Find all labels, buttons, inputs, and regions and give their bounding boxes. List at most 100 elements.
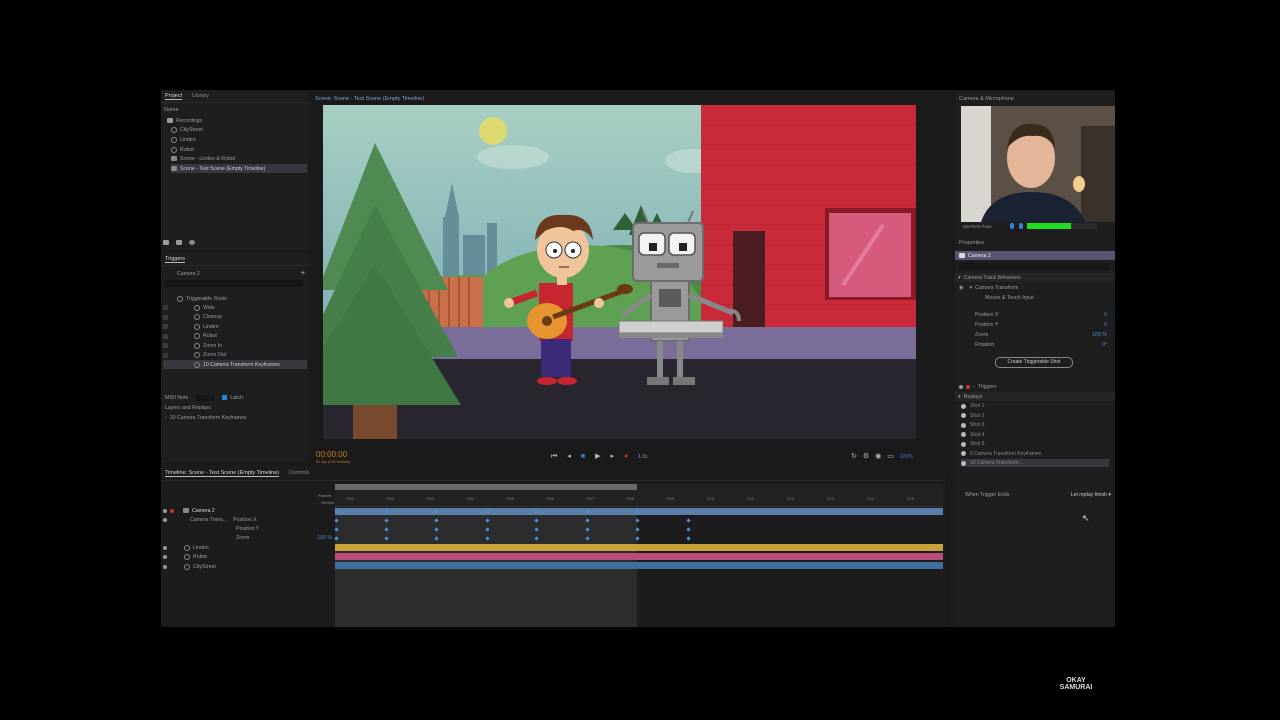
scene-panel-title[interactable]: Scene: Scene - Test Scene (Empty Timelin… xyxy=(315,96,424,102)
replay-item[interactable]: Shot 1 xyxy=(961,402,1109,410)
replay-item[interactable]: Shot 4 xyxy=(961,431,1109,439)
layers-replays-item[interactable]: › 10 Camera Transform Keyframes xyxy=(165,413,246,422)
time-ruler[interactable]: 0:01 0:02 0:03 0:04 0:05 0:06 0:07 0:08 0:09 0:10… xyxy=(335,484,943,507)
name-column-header[interactable]: Name xyxy=(164,107,179,113)
trigger-group-triggerable-shots[interactable]: Triggerable Shots xyxy=(177,294,305,303)
track-robot[interactable]: Robot xyxy=(163,552,333,561)
keyframe[interactable] xyxy=(635,527,640,532)
when-trigger-ends-dropdown[interactable]: Let replay finish ▾ xyxy=(1071,492,1111,498)
project-item-scene-test[interactable]: Scene - Test Scene (Empty Timeline) xyxy=(171,164,307,173)
eye-icon[interactable] xyxy=(163,545,167,550)
replay-item[interactable]: Shot 3 xyxy=(961,421,1109,429)
record-arm-icon[interactable] xyxy=(966,384,970,389)
trigger-item[interactable]: Linden xyxy=(163,322,307,331)
replay-item[interactable]: 6 Camera Transform Keyframes xyxy=(961,450,1109,458)
camera-transform-behavior[interactable]: ◉ ▾ Camera Transform xyxy=(959,283,1111,292)
trigger-item[interactable]: Robot xyxy=(163,332,307,341)
replay-item[interactable]: 10 Camera Transform... xyxy=(961,459,1109,467)
trigger-item[interactable]: Zoom In xyxy=(163,341,307,350)
param-value[interactable]: 100 % xyxy=(1092,332,1107,338)
triggers-section[interactable]: › Triggers xyxy=(959,382,1111,391)
import-icon[interactable] xyxy=(176,240,182,245)
param-value[interactable]: 0 xyxy=(1104,312,1107,318)
triggers-selected-camera[interactable]: Camera 2 + xyxy=(165,269,305,278)
eye-icon[interactable] xyxy=(163,517,167,522)
latch-checkbox[interactable] xyxy=(222,395,228,400)
param-row[interactable]: Zoom 100 % xyxy=(975,330,1107,339)
record-icon[interactable]: ● xyxy=(624,453,628,461)
keyframe[interactable] xyxy=(686,518,691,523)
keyframe[interactable] xyxy=(635,536,640,541)
track-zoom[interactable]: Zoom 100 % xyxy=(236,533,332,542)
mouse-touch-handle[interactable]: Mouse & Touch Input xyxy=(985,293,1034,302)
keyframe[interactable] xyxy=(686,527,691,532)
param-zoom-value[interactable]: 100 % xyxy=(317,535,332,541)
eye-icon[interactable]: ◉ xyxy=(959,285,964,291)
param-value[interactable]: 0 xyxy=(1104,322,1107,328)
midi-note-field[interactable] xyxy=(196,394,215,401)
track-linden[interactable]: Linden xyxy=(163,543,333,552)
camera-toggle-icon[interactable] xyxy=(1019,223,1023,229)
go-to-start-icon[interactable]: ⏮ xyxy=(551,453,557,461)
track-camera-transform[interactable]: Camera Trans... Position X xyxy=(163,515,333,524)
track-position-y[interactable]: Position Y xyxy=(236,524,259,533)
replays-section[interactable]: ▾ Replays xyxy=(955,392,1115,401)
step-forward-icon[interactable]: ▸ xyxy=(610,453,614,461)
timecode-display[interactable]: 00:00:00 xyxy=(316,450,347,459)
keyframe[interactable] xyxy=(686,536,691,541)
stop-icon[interactable]: ■ xyxy=(581,453,585,461)
tab-controls[interactable]: Controls xyxy=(289,470,309,476)
zoom-level[interactable]: 120% xyxy=(900,454,913,460)
settings-icon[interactable]: ⚙ xyxy=(863,453,869,461)
project-item-robot[interactable]: Robot xyxy=(171,145,307,154)
eye-icon[interactable] xyxy=(959,384,963,389)
param-row[interactable]: Rotation 0° xyxy=(975,340,1107,349)
project-item-scene-linden-robot[interactable]: Scene - Linden & Robot xyxy=(171,154,307,163)
track-camera-2[interactable]: Camera 2 xyxy=(163,506,333,515)
track-bar-linden[interactable] xyxy=(335,544,943,551)
step-back-icon[interactable]: ◂ xyxy=(567,453,571,461)
record-arm-icon[interactable] xyxy=(170,508,174,513)
scene-viewport[interactable] xyxy=(323,105,916,439)
replay-item[interactable]: Shot 5 xyxy=(961,440,1109,448)
camera-track-behaviors-header[interactable]: ▾ Camera Track Behaviors xyxy=(955,273,1115,282)
tab-project[interactable]: Project xyxy=(165,93,183,100)
project-item-recordings[interactable]: Recordings xyxy=(167,116,307,125)
triggers-search-input[interactable] xyxy=(165,280,303,287)
track-citystreet[interactable]: CityStreet xyxy=(163,562,333,571)
track-bar-citystreet[interactable] xyxy=(335,562,943,569)
trigger-item[interactable]: Zoom Out xyxy=(163,351,307,360)
eye-icon[interactable] xyxy=(163,554,167,559)
track-bar-robot[interactable] xyxy=(335,553,943,560)
set-rest-pose-button[interactable]: Set Rest Pose xyxy=(963,224,992,229)
tab-triggers[interactable]: Triggers xyxy=(165,256,185,263)
new-folder-icon[interactable] xyxy=(163,240,169,245)
keyframe[interactable] xyxy=(635,518,640,523)
param-row[interactable]: Position X 0 xyxy=(975,310,1107,319)
fit-icon[interactable]: ▭ xyxy=(887,453,894,461)
properties-camera-header[interactable]: Camera 2 xyxy=(955,251,1115,260)
tab-library[interactable]: Library xyxy=(192,93,209,99)
mic-icon[interactable] xyxy=(1010,223,1014,229)
eye-icon[interactable] xyxy=(163,564,167,569)
camera-panel-title[interactable]: Camera & Microphone xyxy=(959,96,1014,102)
trigger-item[interactable]: Wide xyxy=(163,303,307,312)
add-trigger-icon[interactable]: + xyxy=(301,270,305,277)
playback-speed[interactable]: 1.0x xyxy=(638,454,647,460)
project-item-linden[interactable]: Linden xyxy=(171,135,307,144)
create-triggerable-shot-button[interactable]: Create Triggerable Shot xyxy=(995,357,1073,368)
param-row[interactable]: Position Y 0 xyxy=(975,320,1107,329)
param-value[interactable]: 0° xyxy=(1102,342,1107,348)
search-icon[interactable] xyxy=(189,240,195,245)
properties-search-input[interactable] xyxy=(959,263,1109,270)
project-item-citystreet[interactable]: CityStreet xyxy=(171,125,307,134)
tab-timeline[interactable]: Timeline: Scene - Test Scene (Empty Time… xyxy=(165,470,280,477)
trigger-item[interactable]: Closeup xyxy=(163,313,307,322)
eye-icon[interactable] xyxy=(163,508,167,513)
properties-title[interactable]: Properties xyxy=(959,240,984,246)
trigger-item[interactable]: 10 Camera Transform Keyframes xyxy=(163,360,307,369)
replay-item[interactable]: Shot 2 xyxy=(961,412,1109,420)
refresh-icon[interactable]: ↻ xyxy=(851,453,857,461)
play-icon[interactable]: ▶ xyxy=(595,453,600,461)
camera-icon[interactable]: ◉ xyxy=(875,453,881,461)
